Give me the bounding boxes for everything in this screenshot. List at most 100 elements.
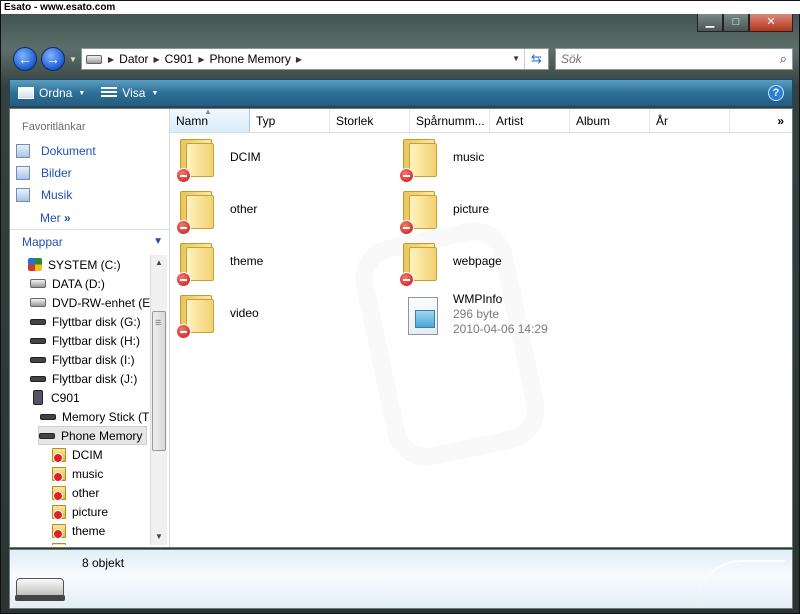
tree-item-label: theme — [72, 523, 106, 538]
restricted-folder-icon — [176, 241, 214, 287]
tree-item-picture[interactable]: picture — [52, 502, 108, 521]
column-header-label: Spårnumm... — [416, 114, 485, 128]
close-button[interactable]: ✕ — [749, 14, 793, 32]
tree-item-memory-stick[interactable]: Memory Stick (T — [40, 407, 149, 426]
folder-item-theme[interactable]: theme — [176, 241, 264, 287]
back-button[interactable]: ← — [13, 47, 37, 71]
scroll-down-icon[interactable]: ▼ — [151, 529, 167, 545]
column-header-type[interactable]: Typ — [250, 109, 330, 132]
organize-button[interactable]: Ordna ▼ — [10, 86, 93, 100]
maximize-button[interactable]: □ — [723, 14, 749, 32]
folder-item-music[interactable]: music — [399, 137, 485, 183]
tree-item-label: C901 — [51, 390, 80, 405]
restricted-folder-icon — [52, 485, 66, 501]
recent-pages-dropdown[interactable]: ▼ — [69, 55, 77, 64]
folder-item-dcim[interactable]: DCIM — [176, 137, 261, 183]
tree-item-label: Flyttbar disk (G:) — [52, 314, 141, 329]
navigation-bar: ← → ▼ ▶ Dator ▶ C901 ▶ Phone Memory ▶ ▼ … — [1, 41, 800, 77]
tree-item-label: Flyttbar disk (H:) — [52, 333, 141, 348]
more-links-button[interactable]: Mer » — [40, 211, 71, 225]
scroll-up-icon[interactable]: ▲ — [151, 255, 167, 271]
breadcrumb-c901[interactable]: C901 — [160, 52, 199, 66]
help-button[interactable]: ? — [768, 85, 784, 101]
address-dropdown[interactable]: ▼ — [512, 54, 520, 63]
chevron-down-icon: ▼ — [78, 89, 86, 97]
minimize-button[interactable]: ▁ — [697, 14, 723, 32]
scrollbar-thumb[interactable] — [152, 311, 166, 451]
phone-icon — [33, 390, 43, 405]
search-icon[interactable]: ⌕ — [780, 51, 787, 67]
folder-item-other[interactable]: other — [176, 189, 258, 235]
folder-name: DCIM — [230, 150, 261, 164]
tree-item-dvd-e[interactable]: DVD-RW-enhet (E: — [30, 293, 150, 312]
folder-name: other — [230, 202, 258, 216]
column-header-artist[interactable]: Artist — [490, 109, 570, 132]
removable-disk-icon — [30, 375, 46, 382]
file-meta: WMPInfo 296 byte 2010-04-06 14:29 — [453, 292, 548, 337]
column-header-track[interactable]: Spårnumm... — [410, 109, 490, 132]
search-input[interactable] — [556, 52, 766, 66]
tree-item-removable-j[interactable]: Flyttbar disk (J:) — [30, 369, 137, 388]
tree-item-system-c[interactable]: SYSTEM (C:) — [28, 255, 121, 274]
folders-header[interactable]: Mappar ▼ — [10, 229, 169, 253]
tree-item-data-d[interactable]: DATA (D:) — [30, 274, 105, 293]
favorite-link-pictures[interactable]: Bilder — [16, 166, 72, 180]
restricted-folder-icon — [399, 241, 437, 287]
chevron-right-icon: ▶ — [295, 54, 303, 64]
folder-item-video[interactable]: video — [176, 293, 259, 339]
forward-button[interactable]: → — [41, 47, 65, 71]
chevron-down-icon: ▼ — [153, 236, 163, 247]
folder-item-webpage[interactable]: webpage — [399, 241, 502, 287]
restricted-folder-icon — [176, 137, 214, 183]
restricted-folder-icon — [399, 189, 437, 235]
restricted-folder-icon — [52, 447, 66, 463]
favorite-link-music[interactable]: Musik — [16, 188, 72, 202]
folder-tree-scrollbar[interactable]: ▲ ☰ ▼ — [150, 255, 167, 545]
column-header-name[interactable]: ▲ Namn — [170, 109, 250, 132]
address-bar[interactable]: ▶ Dator ▶ C901 ▶ Phone Memory ▶ ▼ ⇆ — [81, 48, 549, 70]
folder-tree: SYSTEM (C:) DATA (D:) DVD-RW-enhet (E: F… — [10, 255, 150, 545]
removable-disk-icon — [30, 318, 46, 325]
tree-item-removable-h[interactable]: Flyttbar disk (H:) — [30, 331, 140, 350]
favorite-link-documents[interactable]: Dokument — [16, 144, 96, 158]
folder-item-picture[interactable]: picture — [399, 189, 490, 235]
tree-item-other[interactable]: other — [52, 483, 99, 502]
favorite-link-label: Bilder — [41, 166, 72, 180]
breadcrumb-phone-memory[interactable]: Phone Memory — [205, 52, 296, 66]
chevron-down-icon: ▼ — [151, 89, 159, 97]
tree-item-music[interactable]: music — [52, 464, 103, 483]
tree-item-label: other — [72, 485, 100, 500]
removable-drive-icon — [15, 578, 65, 601]
column-headers: ▲ Namn Typ Storlek Spårnumm... Artist Alb… — [170, 109, 792, 133]
pictures-icon — [16, 166, 30, 180]
folder-name: video — [230, 306, 259, 320]
refresh-button[interactable]: ⇆ — [524, 49, 548, 69]
restricted-folder-icon — [176, 189, 214, 235]
window-controls: ▁ □ ✕ — [697, 14, 793, 32]
column-header-size[interactable]: Storlek — [330, 109, 410, 132]
more-columns-button[interactable]: » — [777, 109, 784, 133]
folder-name: picture — [453, 202, 490, 216]
tree-item-removable-i[interactable]: Flyttbar disk (I:) — [30, 350, 135, 369]
favorites-heading: Favoritlänkar — [22, 121, 86, 133]
folders-heading: Mappar — [22, 235, 63, 249]
tree-item-c901[interactable]: C901 — [30, 388, 80, 407]
tree-item-phone-memory[interactable]: Phone Memory — [38, 426, 148, 445]
folder-name: theme — [230, 254, 264, 268]
folder-name: music — [453, 150, 485, 164]
restricted-folder-icon — [52, 523, 66, 539]
details-pane: 8 objekt — [9, 549, 793, 609]
tree-item-partial[interactable] — [52, 540, 72, 545]
column-header-year[interactable]: År — [650, 109, 730, 132]
main-pane: Favoritlänkar Dokument Bilder Musik Mer … — [9, 108, 793, 548]
decorative-swoosh — [696, 560, 786, 606]
removable-disk-icon — [30, 356, 46, 363]
view-button[interactable]: Visa ▼ — [93, 86, 166, 100]
tree-item-theme[interactable]: theme — [52, 521, 105, 540]
column-header-album[interactable]: Album — [570, 109, 650, 132]
tree-item-dcim[interactable]: DCIM — [52, 445, 103, 464]
tree-item-label: Phone Memory — [61, 428, 143, 443]
tree-item-removable-g[interactable]: Flyttbar disk (G:) — [30, 312, 141, 331]
organize-label: Ordna — [39, 86, 73, 100]
breadcrumb-dator[interactable]: Dator — [114, 52, 153, 66]
